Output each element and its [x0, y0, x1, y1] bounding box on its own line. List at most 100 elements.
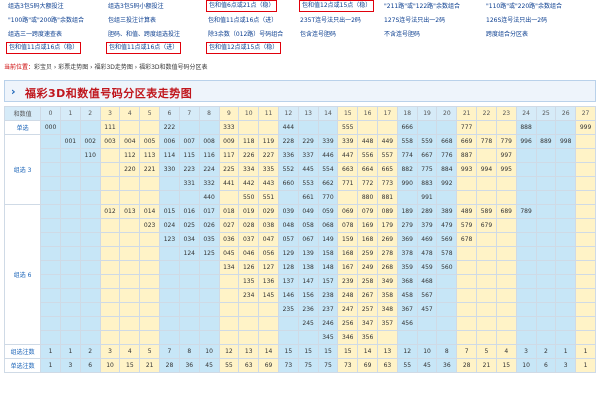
danxuan-count-row-cell: 75: [297, 358, 319, 373]
group6-row-cell: 368: [396, 274, 418, 289]
header-row-cell: 1: [60, 106, 81, 121]
group6-row: 235 236 237 247 257 348 367 457: [5, 302, 596, 317]
group6-row-cell: 679: [476, 218, 497, 233]
group3-row-cell: [99, 162, 121, 177]
link-highlighted[interactable]: 包和值11点或16点（进）: [106, 42, 182, 54]
danxuan-count-row-cell: 15: [119, 358, 141, 373]
link[interactable]: 胆码、和值、跨度组选投注: [108, 30, 180, 40]
group6-row-cell: 459: [416, 260, 438, 275]
link[interactable]: 126S连号法只出一2码: [486, 16, 547, 26]
link[interactable]: 包组三投注计算表: [108, 16, 156, 26]
link[interactable]: 包和值11点或16点（进）: [208, 16, 277, 26]
group6-row-cell: [40, 204, 61, 219]
group6-row-cell: [159, 302, 180, 317]
group3-row-cell: [178, 190, 200, 205]
danxuan-row-cell: 222: [159, 120, 180, 135]
group6-row-cell: [515, 302, 537, 317]
group6-row-cell: 367: [396, 302, 418, 317]
group6-row-cell: [99, 218, 121, 233]
link[interactable]: 组选3包5码大额投注: [8, 2, 64, 12]
group6-row-cell: 689: [495, 204, 517, 219]
group6-row-cell: [178, 274, 200, 289]
group3-row-cell: [99, 190, 121, 205]
link[interactable]: 除3余数（012路）号码组合: [208, 30, 283, 40]
group6-row: 124 125 045 046 056 129 139 158 168 259 278 378 478 5…: [5, 246, 596, 261]
group6-row-cell: 235: [277, 302, 299, 317]
group6-row-cell: [119, 316, 141, 331]
link[interactable]: "100路"或"200路"余数组合: [8, 16, 84, 26]
danxuan-row-cell: [495, 120, 517, 135]
group6-row-cell: [79, 316, 101, 331]
link-highlighted[interactable]: 包和值6点或21点（稳）: [206, 0, 278, 12]
link[interactable]: 组选3包5码小额投注: [108, 2, 164, 12]
group6-row-cell: [575, 330, 596, 345]
zuxuan-count-row-label: 组选注数: [3, 344, 42, 359]
group6-row-cell: [60, 330, 81, 345]
group6-row-cell: [515, 246, 537, 261]
group3-row-cell: 993: [456, 162, 478, 177]
link-highlighted[interactable]: 包和值11点或16点（稳）: [6, 42, 82, 54]
group6-row-cell: [178, 302, 200, 317]
group6-row-cell: [119, 330, 141, 345]
danxuan-row-cell: 666: [396, 120, 418, 135]
link[interactable]: 包含连号胆码: [300, 30, 336, 40]
danxuan-row-cell: 777: [456, 120, 478, 135]
group6-row-cell: 048: [277, 218, 299, 233]
breadcrumb-path[interactable]: 彩宝贝 › 彩票走势图 › 福彩3D走势图 › 福彩3D和数值号码分区表: [34, 64, 208, 71]
group6-row-cell: 349: [377, 274, 398, 289]
group3-row-cell: [476, 176, 497, 191]
group3-row-cell: 116: [198, 148, 220, 163]
group6-row-cell: 267: [357, 288, 378, 303]
group3-row: 331 332 441 442 443 660 553 662 771 772 773 990 883 9…: [5, 176, 596, 191]
group3-row: 440 550 551 661 770 880 881 991: [5, 190, 596, 205]
group6-row-cell: [555, 260, 577, 275]
group6-row-cell: 069: [337, 204, 359, 219]
group3-row-cell: [40, 134, 61, 149]
group6-row-cell: [60, 246, 81, 261]
group6-row-cell: 589: [476, 204, 497, 219]
group6-row-cell: [456, 302, 478, 317]
link[interactable]: 127S连号法只出一2码: [384, 16, 445, 26]
link-highlighted[interactable]: 包和值12点或15点（稳）: [299, 0, 375, 12]
header-row-cell: 23: [495, 106, 517, 121]
group6-row-cell: 269: [377, 232, 398, 247]
danxuan-row-cell: 888: [515, 120, 537, 135]
group6-row-cell: 257: [357, 302, 378, 317]
group6-row-cell: 168: [337, 246, 359, 261]
group3-row-cell: [535, 190, 557, 205]
group6-row-cell: [456, 316, 478, 331]
group6-row-cell: 148: [317, 260, 339, 275]
header-row-cell: 19: [416, 106, 438, 121]
group3-row-cell: 007: [178, 134, 200, 149]
group6-row-cell: 014: [139, 204, 161, 219]
header-row-cell: 4: [119, 106, 141, 121]
zuxuan-count-row-cell: 10: [416, 344, 438, 359]
zuxuan-count-row-cell: 13: [238, 344, 260, 359]
group6-row-cell: 126: [238, 260, 260, 275]
group3-row-cell: 009: [218, 134, 240, 149]
group6-row-cell: 358: [377, 288, 398, 303]
link[interactable]: 不含连号胆码: [384, 30, 420, 40]
group6-row-cell: [40, 274, 61, 289]
group3-row-cell: 447: [337, 148, 359, 163]
group6-row-cell: 067: [297, 232, 319, 247]
danxuan-row-cell: [317, 120, 339, 135]
header-row-cell: 20: [436, 106, 458, 121]
group3-row-cell: 881: [377, 190, 398, 205]
link[interactable]: 跨度组合分区表: [486, 30, 528, 40]
group3-row-cell: 442: [238, 176, 260, 191]
link[interactable]: "211路"或"122路"余数组合: [384, 2, 460, 12]
zuxuan-count-row-cell: 3: [515, 344, 537, 359]
link[interactable]: 235T连号法只出一2码: [300, 16, 361, 26]
group6-row-cell: [535, 232, 557, 247]
link[interactable]: "110路"或"220路"余数组合: [486, 2, 562, 12]
group6-row-cell: 017: [198, 204, 220, 219]
zuxuan-count-row-cell: 5: [476, 344, 497, 359]
danxuan-count-row-cell: 21: [476, 358, 497, 373]
link[interactable]: 组选三一跨度速查表: [8, 30, 62, 40]
link-highlighted[interactable]: 包和值12点或15点（稳）: [206, 42, 282, 54]
group6-row-cell: 560: [436, 260, 458, 275]
group6-row-cell: [456, 260, 478, 275]
group6-row-cell: [555, 330, 577, 345]
group3-row-cell: 221: [139, 162, 161, 177]
